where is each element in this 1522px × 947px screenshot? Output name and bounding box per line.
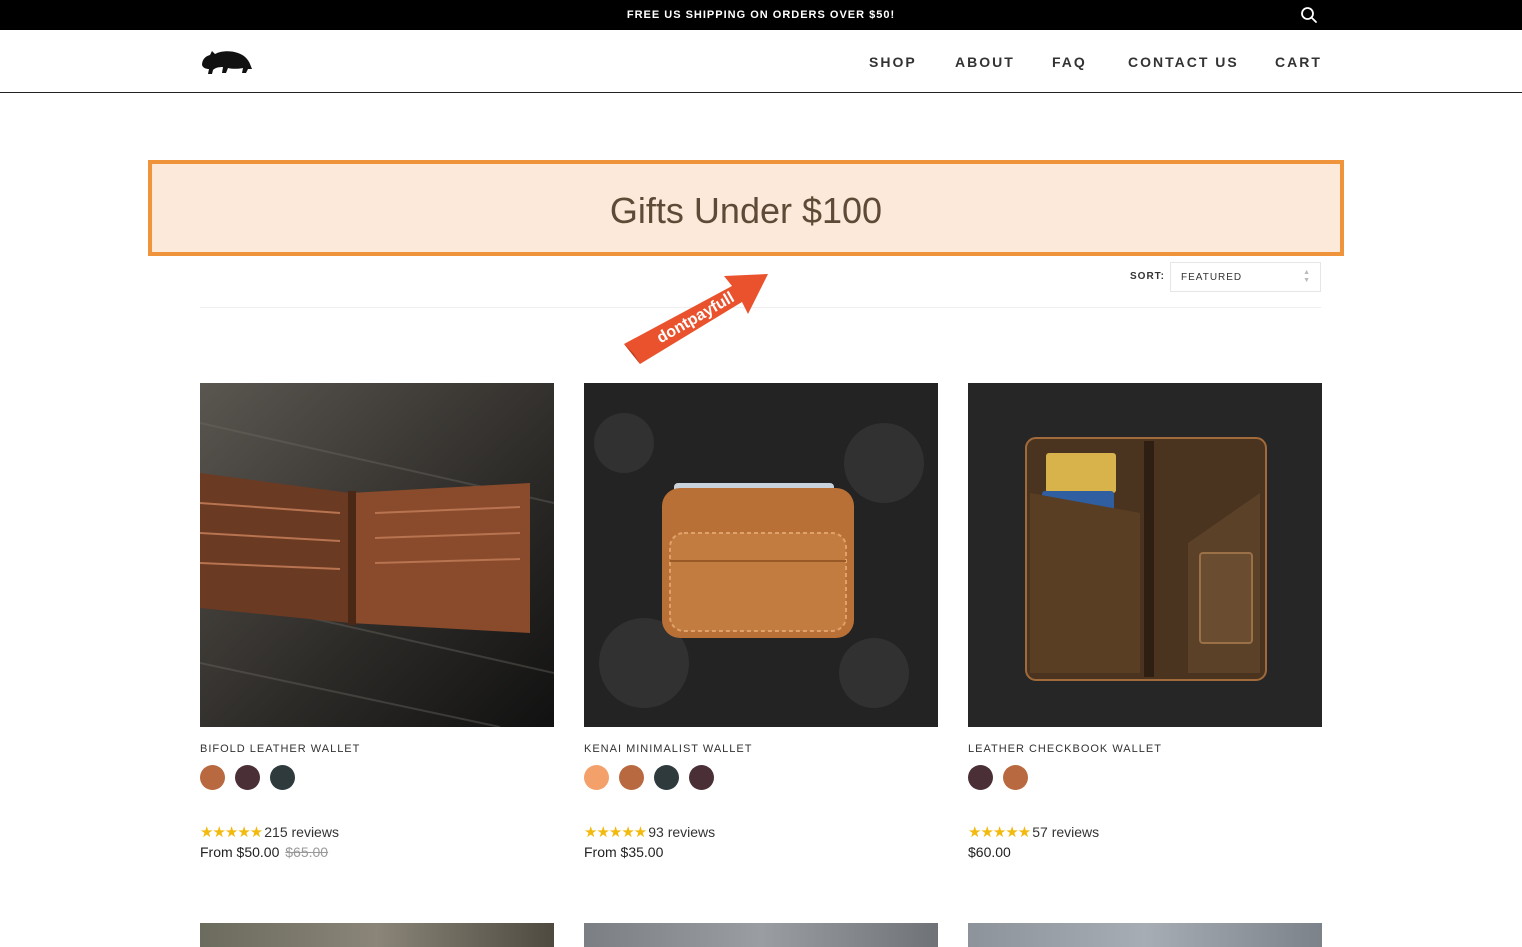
review-count: 57 reviews: [1032, 824, 1100, 840]
swatch-tan[interactable]: [584, 765, 609, 790]
product-price: $60.00: [968, 844, 1011, 860]
site-header: SHOP ABOUT FAQ CONTACT US CART: [0, 30, 1522, 93]
collection-banner: Gifts Under $100: [148, 160, 1344, 256]
swatch-brown[interactable]: [619, 765, 644, 790]
swatch-dark-brown[interactable]: [235, 765, 260, 790]
product-title[interactable]: LEATHER CHECKBOOK WALLET: [968, 743, 1162, 755]
minimalist-wallet-photo[interactable]: [584, 383, 938, 727]
search-icon[interactable]: [1300, 6, 1318, 24]
bifold-wallet-photo[interactable]: [200, 383, 554, 727]
swatch-charcoal[interactable]: [270, 765, 295, 790]
product-title[interactable]: BIFOLD LEATHER WALLET: [200, 743, 360, 755]
product-image-next-row[interactable]: [968, 923, 1322, 947]
product-title[interactable]: KENAI MINIMALIST WALLET: [584, 743, 752, 755]
review-count: 93 reviews: [648, 824, 716, 840]
sort-select[interactable]: FEATURED ▲ ▼: [1170, 262, 1321, 292]
nav-faq[interactable]: FAQ: [1052, 54, 1087, 70]
announcement-bar: FREE US SHIPPING ON ORDERS OVER $50!: [0, 0, 1522, 30]
rating-stars-icon: ★★★★★: [968, 824, 1031, 841]
nav-about[interactable]: ABOUT: [955, 54, 1015, 70]
price: From $50.00: [200, 844, 280, 860]
bear-logo-icon[interactable]: [200, 45, 254, 77]
product-image-next-row[interactable]: [584, 923, 938, 947]
sort-selected-value: FEATURED: [1181, 272, 1243, 283]
product-rating[interactable]: ★★★★★ 215 reviews: [200, 823, 339, 841]
page-title: Gifts Under $100: [609, 190, 883, 231]
sort-label: SORT:: [1130, 271, 1165, 282]
compare-price: $65.00: [285, 844, 329, 860]
product-rating[interactable]: ★★★★★ 57 reviews: [968, 823, 1099, 841]
product-rating[interactable]: ★★★★★ 93 reviews: [584, 823, 715, 841]
checkbook-wallet-photo[interactable]: [968, 383, 1322, 727]
rating-stars-icon: ★★★★★: [584, 824, 647, 841]
nav-contact-us[interactable]: CONTACT US: [1128, 54, 1239, 70]
announcement-text: FREE US SHIPPING ON ORDERS OVER $50!: [626, 9, 896, 21]
rating-stars-icon: ★★★★★: [200, 824, 263, 841]
swatch-dark-brown[interactable]: [968, 765, 993, 790]
product-price: From $35.00: [584, 844, 663, 860]
price: $60.00: [968, 844, 1011, 860]
review-count: 215 reviews: [264, 824, 339, 840]
product-image-next-row[interactable]: [200, 923, 554, 947]
price: From $35.00: [584, 844, 664, 860]
nav-cart[interactable]: CART: [1275, 54, 1322, 70]
swatch-brown[interactable]: [1003, 765, 1028, 790]
watermark-arrow-icon: dontpayfull: [624, 274, 768, 364]
nav-shop[interactable]: SHOP: [869, 54, 917, 70]
chevron-updown-icon: ▲ ▼: [1303, 269, 1310, 284]
swatch-charcoal[interactable]: [654, 765, 679, 790]
swatch-dark-brown[interactable]: [689, 765, 714, 790]
product-price: From $50.00 $65.00: [200, 844, 328, 860]
watermark-badge-text: dontpayfull: [654, 289, 737, 347]
swatch-brown[interactable]: [200, 765, 225, 790]
